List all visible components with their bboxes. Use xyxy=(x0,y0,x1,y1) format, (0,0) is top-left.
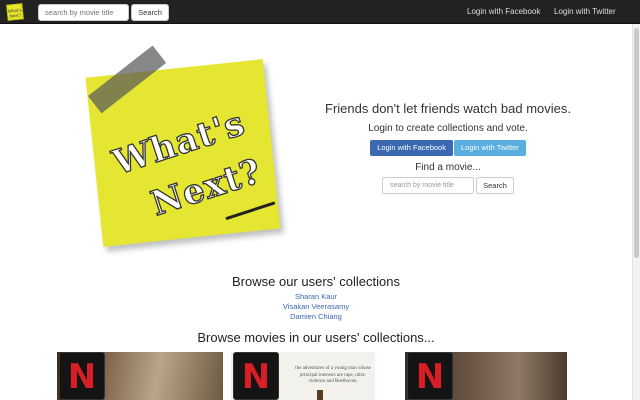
login-buttons: Login with Facebook Login with Twitter xyxy=(300,140,596,156)
collections-title: Browse our users' collections xyxy=(232,274,400,289)
find-movie-label: Find a movie... xyxy=(415,162,481,173)
page-scrollbar[interactable] xyxy=(632,24,640,400)
movie-figure xyxy=(317,390,323,400)
collection-link[interactable]: Sharan Kaur xyxy=(0,292,632,302)
collection-link[interactable]: Visakan Veerasamy xyxy=(0,302,632,312)
hero-logo: What's Next? xyxy=(84,45,284,248)
scrollbar-thumb[interactable] xyxy=(634,28,639,258)
netflix-badge-icon: N xyxy=(59,352,105,400)
subline: Login to create collections and vote. xyxy=(368,123,528,134)
hero-panel: Friends don't let friends watch bad movi… xyxy=(300,100,596,194)
movie-tile[interactable]: N the adventures of a young man whose pr… xyxy=(231,352,375,400)
nav-logo[interactable]: What's Next? xyxy=(6,3,24,21)
hero-search-row: search by movie title Search xyxy=(300,177,596,194)
hero-search-button[interactable]: Search xyxy=(476,177,514,194)
movies-title: Browse movies in our users' collections.… xyxy=(197,330,435,345)
login-facebook-button[interactable]: Login with Facebook xyxy=(370,140,453,156)
collections-list: Sharan Kaur Visakan Veerasamy Damien Chi… xyxy=(0,292,632,322)
tagline: Friends don't let friends watch bad movi… xyxy=(325,101,571,116)
movie-tile[interactable]: N xyxy=(405,352,567,400)
movie-tile-text: the adventures of a young man whose prin… xyxy=(295,366,371,384)
netflix-badge-icon: N xyxy=(233,352,279,400)
nav-login-facebook-link[interactable]: Login with Facebook xyxy=(467,7,540,16)
logo-underline xyxy=(225,201,276,221)
nav-search-input[interactable] xyxy=(38,4,129,21)
netflix-badge-icon: N xyxy=(407,352,453,400)
login-twitter-button[interactable]: Login with Twitter xyxy=(453,140,526,156)
collection-link[interactable]: Damien Chiang xyxy=(0,312,632,322)
hero-search-input[interactable]: search by movie title xyxy=(382,177,474,194)
nav-login-twitter-link[interactable]: Login with Twitter xyxy=(554,7,616,16)
top-navbar: What's Next? Search Login with Facebook … xyxy=(0,0,640,24)
nav-search-button[interactable]: Search xyxy=(131,4,169,21)
nav-logo-text: What's Next? xyxy=(7,7,22,19)
movie-tile[interactable]: N xyxy=(57,352,223,400)
